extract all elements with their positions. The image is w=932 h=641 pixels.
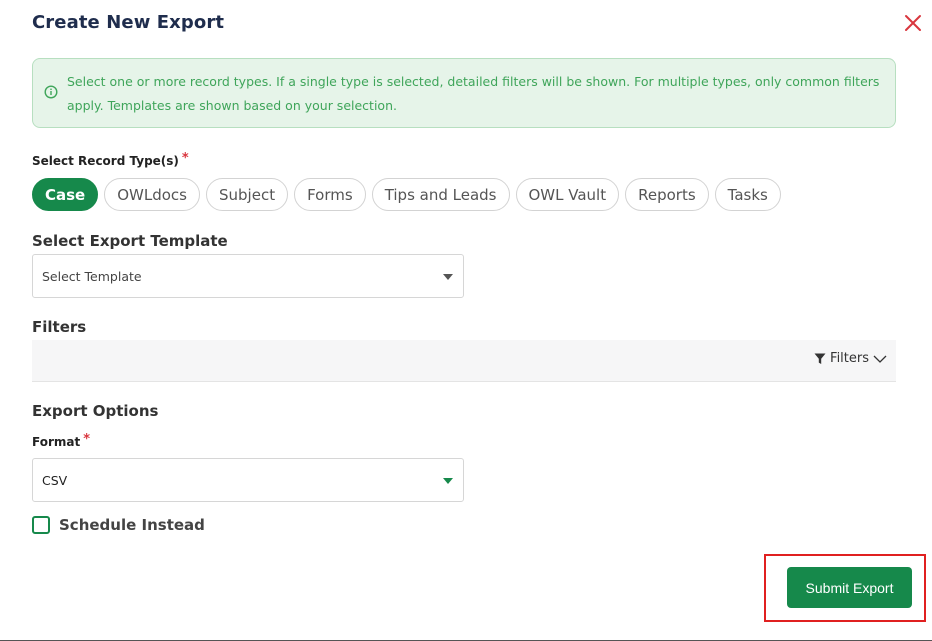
format-label: Format * <box>32 432 90 449</box>
format-value: CSV <box>42 473 68 488</box>
template-placeholder: Select Template <box>42 269 142 284</box>
chip-reports[interactable]: Reports <box>625 178 709 211</box>
format-label-text: Format <box>32 435 81 449</box>
chip-tips-and-leads[interactable]: Tips and Leads <box>371 178 510 211</box>
record-type-chips: Case OWLdocs Subject Forms Tips and Lead… <box>32 178 781 212</box>
record-type-label: Select Record Type(s) * <box>32 151 189 168</box>
format-select[interactable]: CSV <box>32 458 464 502</box>
schedule-label: Schedule Instead <box>59 516 205 534</box>
schedule-instead-option[interactable]: Schedule Instead <box>32 516 205 534</box>
export-options-title: Export Options <box>32 402 159 420</box>
required-mark: * <box>181 151 189 166</box>
chevron-down-icon <box>873 355 887 363</box>
dropdown-caret-icon <box>443 478 453 484</box>
dialog-title: Create New Export <box>32 12 225 33</box>
info-icon <box>44 85 58 99</box>
chip-owl-vault[interactable]: OWL Vault <box>515 178 620 211</box>
submit-export-button[interactable]: Submit Export <box>787 567 912 608</box>
filters-bar: Filters <box>32 340 896 382</box>
filters-section-title: Filters <box>32 318 87 336</box>
filters-toggle-label: Filters <box>830 351 869 366</box>
filter-funnel-icon <box>814 353 826 364</box>
chip-owldocs[interactable]: OWLdocs <box>104 178 200 211</box>
template-section-title: Select Export Template <box>32 232 228 250</box>
alert-message: Select one or more record types. If a si… <box>67 74 880 113</box>
filters-toggle-button[interactable]: Filters <box>814 351 887 366</box>
create-export-dialog: Create New Export Select one or more rec… <box>0 0 932 641</box>
template-select[interactable]: Select Template <box>32 254 464 298</box>
schedule-checkbox[interactable] <box>32 516 50 534</box>
chip-subject[interactable]: Subject <box>206 178 289 211</box>
close-icon[interactable] <box>902 12 924 34</box>
required-mark: * <box>83 432 91 447</box>
chip-forms[interactable]: Forms <box>294 178 366 211</box>
record-type-label-text: Select Record Type(s) <box>32 154 179 168</box>
chip-case[interactable]: Case <box>32 178 99 211</box>
chip-tasks[interactable]: Tasks <box>714 178 781 211</box>
info-alert: Select one or more record types. If a si… <box>32 58 896 128</box>
dropdown-caret-icon <box>443 274 453 280</box>
